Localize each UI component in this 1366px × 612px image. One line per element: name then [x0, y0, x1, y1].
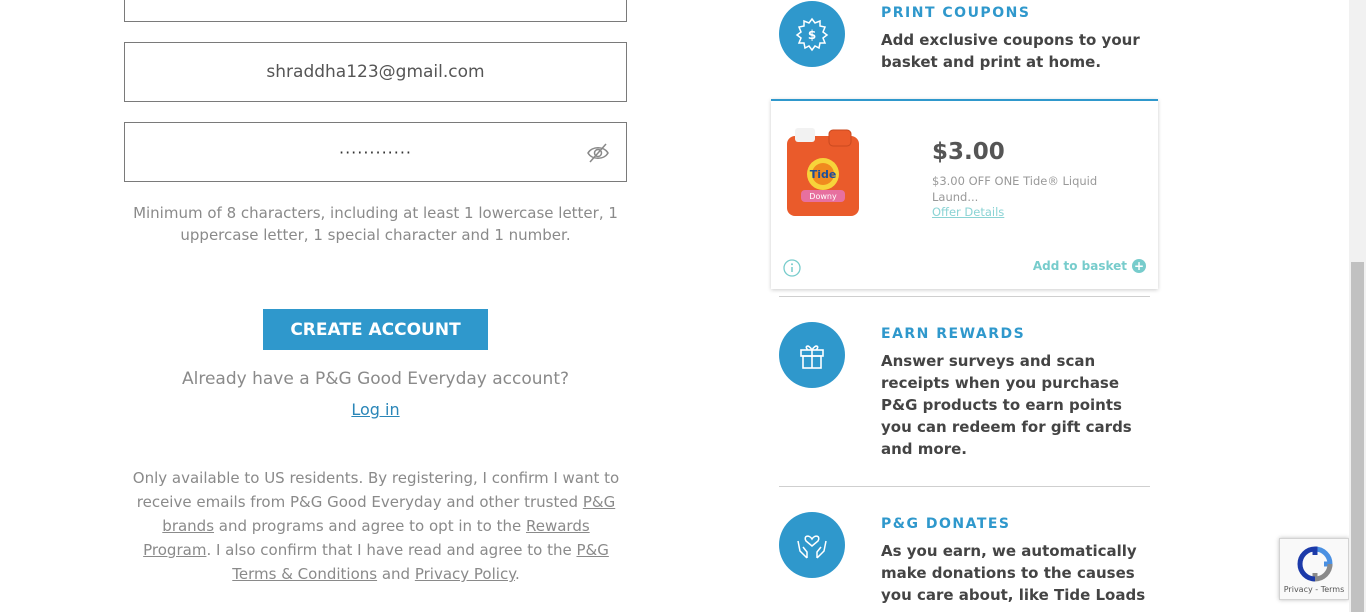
password-field[interactable]: ············ — [124, 122, 627, 182]
legal-part: and — [377, 565, 415, 583]
recaptcha-badge[interactable]: Privacy - Terms — [1279, 538, 1349, 600]
coupon-price: $3.00 — [932, 139, 1005, 165]
recaptcha-icon — [1297, 546, 1333, 582]
add-to-basket-button[interactable]: Add to basket + — [1033, 259, 1146, 273]
login-row: Log in — [124, 400, 627, 419]
info-icon[interactable] — [783, 259, 801, 277]
scrollbar-thumb[interactable] — [1351, 262, 1364, 612]
print-coupons-title: PRINT COUPONS — [881, 5, 1031, 21]
earn-rewards-title: EARN REWARDS — [881, 326, 1026, 342]
eye-hidden-icon[interactable] — [586, 142, 610, 164]
privacy-policy-link[interactable]: Privacy Policy — [415, 565, 515, 583]
legal-part: . — [514, 565, 520, 583]
dollar-badge-icon: $ — [779, 1, 845, 67]
plus-icon: + — [1132, 259, 1146, 273]
email-value: shraddha123@gmail.com — [266, 62, 485, 82]
recaptcha-terms[interactable]: Privacy - Terms — [1280, 585, 1348, 594]
already-account-text: Already have a P&G Good Everyday account… — [181, 369, 570, 389]
scrollbar[interactable] — [1349, 0, 1366, 612]
pg-donates-text: As you earn, we automatically make donat… — [881, 542, 1146, 604]
add-to-basket-label: Add to basket — [1032, 259, 1127, 273]
coupon-description: $3.00 OFF ONE Tide® Liquid Laund... — [932, 174, 1098, 204]
login-link[interactable]: Log in — [351, 400, 399, 419]
tide-logo-text: Tide — [810, 168, 837, 181]
name-field[interactable] — [124, 0, 627, 22]
offer-details-link[interactable]: Offer Details — [932, 205, 1004, 219]
password-value: ············ — [338, 142, 413, 162]
earn-rewards-text: Answer surveys and scan receipts when yo… — [881, 352, 1132, 458]
downy-logo-text: Downy — [809, 192, 837, 201]
tide-product-image: Tide Downy — [787, 128, 859, 216]
legal-part: Only available to US residents. By regis… — [132, 469, 620, 511]
legal-part: and programs and agree to opt in to the — [214, 517, 526, 535]
legal-text: Only available to US residents. By regis… — [132, 466, 620, 586]
divider — [779, 296, 1150, 297]
pg-donates-title: P&G DONATES — [881, 516, 1011, 532]
coupon-card: Tide Downy $3.00 $3.00 OFF ONE Tide® Liq… — [771, 99, 1158, 289]
password-hint: Minimum of 8 characters, including at le… — [133, 204, 618, 244]
svg-text:$: $ — [808, 28, 816, 42]
email-field[interactable]: shraddha123@gmail.com — [124, 42, 627, 102]
print-coupons-text: Add exclusive coupons to your basket and… — [881, 31, 1140, 71]
hands-heart-icon — [779, 512, 845, 578]
legal-part: . I also confirm that I have read and ag… — [206, 541, 577, 559]
divider — [779, 486, 1150, 487]
create-account-button[interactable]: CREATE ACCOUNT — [263, 309, 488, 350]
gift-icon — [779, 322, 845, 388]
